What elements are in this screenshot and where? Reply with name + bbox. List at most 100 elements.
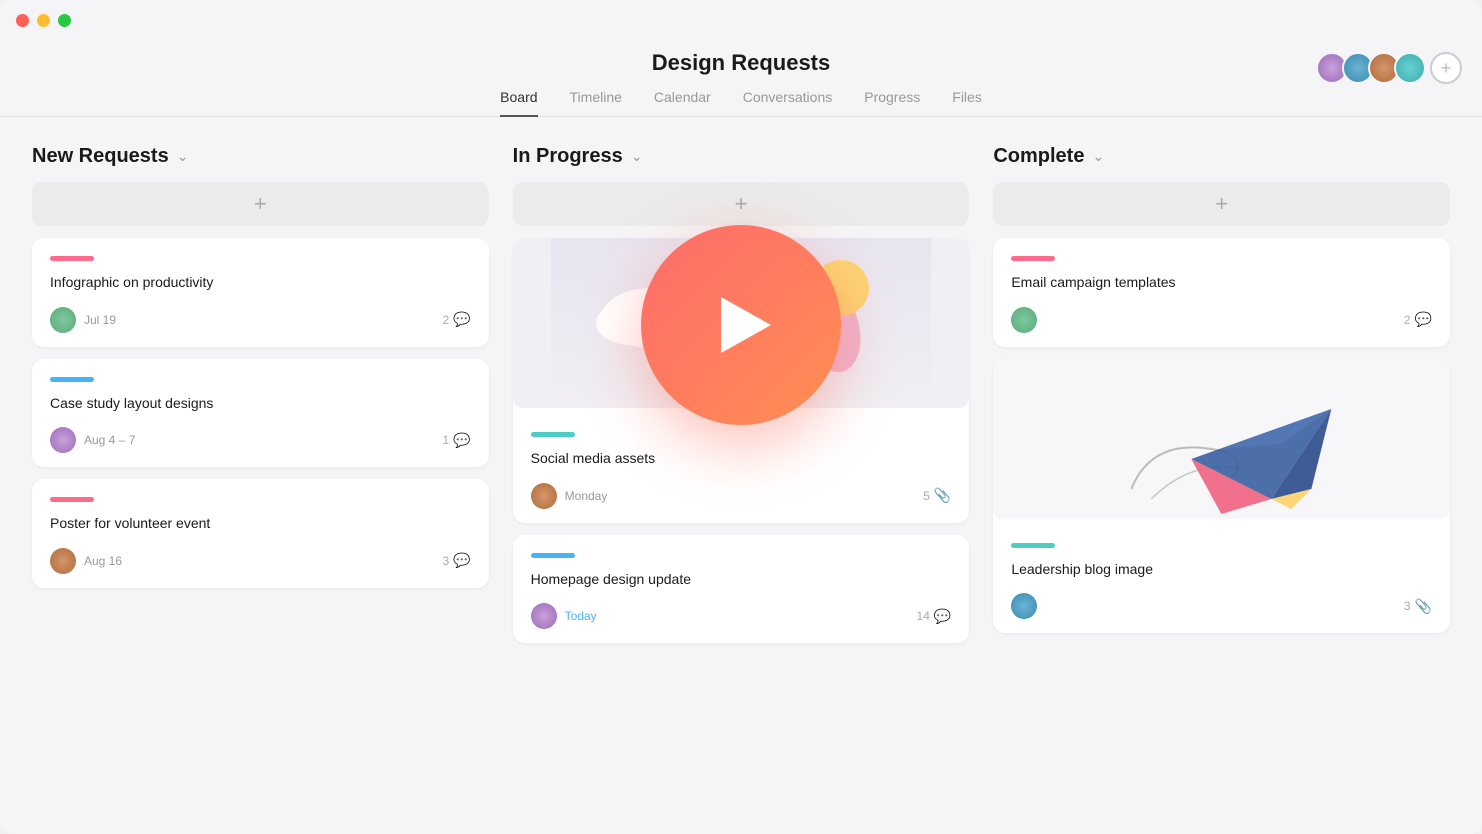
card-footer: 3 📎: [1011, 593, 1432, 619]
card-footer: Monday 5 📎: [531, 483, 952, 509]
column-header-new-requests: New Requests ⌄: [32, 145, 489, 168]
card-tag: [50, 497, 94, 502]
card-meta: Aug 4 – 7: [50, 427, 135, 453]
comment-count: 2: [443, 313, 450, 327]
comment-count: 1: [443, 433, 450, 447]
card-poster[interactable]: Poster for volunteer event Aug 16 3 💬: [32, 479, 489, 588]
comment-icon: 💬: [934, 608, 951, 625]
chevron-down-icon[interactable]: ⌄: [177, 148, 189, 165]
card-meta: Aug 16: [50, 548, 122, 574]
maximize-button[interactable]: [58, 14, 71, 27]
card-footer: Aug 4 – 7 1 💬: [50, 427, 471, 453]
card-date: Monday: [565, 489, 608, 503]
tab-board[interactable]: Board: [500, 89, 537, 117]
card-title: Homepage design update: [531, 570, 952, 590]
card-homepage[interactable]: Homepage design update Today 14 💬: [513, 535, 970, 644]
card-tag: [50, 256, 94, 261]
card-date-today: Today: [565, 609, 597, 623]
add-member-button[interactable]: +: [1430, 52, 1462, 84]
card-meta: [1011, 593, 1045, 619]
tab-progress[interactable]: Progress: [864, 89, 920, 117]
card-title: Poster for volunteer event: [50, 514, 471, 534]
comment-icon: 💬: [453, 552, 470, 569]
comment-icon: 💬: [453, 432, 470, 449]
column-header-in-progress: In Progress ⌄: [513, 145, 970, 168]
column-in-progress: In Progress ⌄ +: [513, 145, 970, 803]
card-tag: [1011, 256, 1055, 261]
paperclip-icon: 📎: [934, 487, 951, 504]
avatar: [50, 307, 76, 333]
paper-plane-illustration: [993, 359, 1450, 519]
comment-icon: 💬: [1415, 311, 1432, 328]
card-email-campaign[interactable]: Email campaign templates 2 💬: [993, 238, 1450, 347]
traffic-lights: [16, 14, 71, 27]
close-button[interactable]: [16, 14, 29, 27]
comment-count: 3: [1404, 599, 1411, 613]
column-complete: Complete ⌄ + Email campaign templates 2 …: [993, 145, 1450, 803]
page-header: Design Requests + Board Timeline Calenda…: [0, 40, 1482, 117]
card-title: Infographic on productivity: [50, 273, 471, 293]
avatar: [1011, 593, 1037, 619]
titlebar: [0, 0, 1482, 40]
card-comments: 14 💬: [917, 608, 952, 625]
card-footer: Today 14 💬: [531, 603, 952, 629]
comment-icon: 💬: [453, 311, 470, 328]
nav-tabs: Board Timeline Calendar Conversations Pr…: [0, 88, 1482, 117]
card-meta: [1011, 307, 1045, 333]
add-card-complete[interactable]: +: [993, 182, 1450, 226]
comment-count: 5: [923, 489, 930, 503]
add-card-new-requests[interactable]: +: [32, 182, 489, 226]
paperclip-icon: 📎: [1415, 598, 1432, 615]
card-comments: 2 💬: [443, 311, 471, 328]
tab-calendar[interactable]: Calendar: [654, 89, 711, 117]
avatar-4[interactable]: [1394, 52, 1426, 84]
column-new-requests: New Requests ⌄ + Infographic on producti…: [32, 145, 489, 803]
chevron-down-icon[interactable]: ⌄: [1092, 148, 1104, 165]
avatar: [531, 603, 557, 629]
tab-timeline[interactable]: Timeline: [570, 89, 622, 117]
chevron-down-icon[interactable]: ⌄: [631, 148, 643, 165]
avatar: [50, 427, 76, 453]
card-title: Email campaign templates: [1011, 273, 1432, 293]
avatar: [531, 483, 557, 509]
card-comments: 2 💬: [1404, 311, 1432, 328]
column-title-in-progress: In Progress: [513, 145, 623, 168]
card-case-study[interactable]: Case study layout designs Aug 4 – 7 1 💬: [32, 359, 489, 468]
card-title: Social media assets: [531, 449, 952, 469]
add-card-in-progress[interactable]: +: [513, 182, 970, 226]
tab-conversations[interactable]: Conversations: [743, 89, 833, 117]
card-date: Aug 16: [84, 554, 122, 568]
card-leadership-blog[interactable]: Leadership blog image 3 📎: [993, 359, 1450, 634]
card-comments: 5 📎: [923, 487, 951, 504]
card-meta: Today: [531, 603, 597, 629]
card-title: Case study layout designs: [50, 394, 471, 414]
tab-files[interactable]: Files: [952, 89, 982, 117]
card-comments: 3 📎: [1404, 598, 1432, 615]
card-footer: 2 💬: [1011, 307, 1432, 333]
card-footer: Jul 19 2 💬: [50, 307, 471, 333]
card-comments: 3 💬: [443, 552, 471, 569]
app-window: Design Requests + Board Timeline Calenda…: [0, 0, 1482, 834]
card-tag: [531, 553, 575, 558]
card-date: Jul 19: [84, 313, 116, 327]
card-infographic[interactable]: Infographic on productivity Jul 19 2 💬: [32, 238, 489, 347]
board: New Requests ⌄ + Infographic on producti…: [0, 117, 1482, 831]
card-meta: Monday: [531, 483, 608, 509]
play-icon: [721, 297, 771, 353]
page-title: Design Requests: [0, 50, 1482, 76]
card-tag: [1011, 543, 1055, 548]
column-title-new-requests: New Requests: [32, 145, 169, 168]
column-header-complete: Complete ⌄: [993, 145, 1450, 168]
card-comments: 1 💬: [443, 432, 471, 449]
avatar: [50, 548, 76, 574]
card-tag: [50, 377, 94, 382]
play-button[interactable]: [641, 225, 841, 425]
card-body: Social media assets Monday 5 📎: [513, 418, 970, 523]
card-image-plane: [993, 359, 1450, 519]
minimize-button[interactable]: [37, 14, 50, 27]
card-date: Aug 4 – 7: [84, 433, 135, 447]
card-meta: Jul 19: [50, 307, 116, 333]
card-title: Leadership blog image: [1011, 560, 1432, 580]
card-footer: Aug 16 3 💬: [50, 548, 471, 574]
team-avatars: +: [1316, 52, 1462, 84]
